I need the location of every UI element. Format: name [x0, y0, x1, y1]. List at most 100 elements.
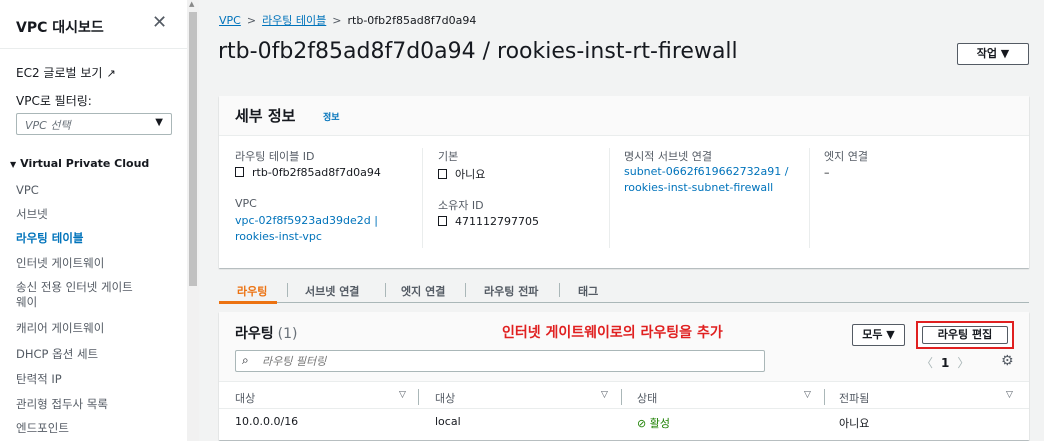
tab-separator [465, 283, 466, 297]
tab-tags[interactable]: 태그 [578, 283, 598, 299]
route-target-cell: local [435, 415, 461, 428]
column-separator[interactable] [621, 389, 622, 405]
vpc-filter-placeholder: VPC 선택 [25, 119, 71, 132]
sidebar-group-label: Virtual Private Cloud [20, 157, 150, 170]
breadcrumb: VPC > 라우팅 테이블 > rtb-0fb2f85ad8f7d0a94 [219, 12, 476, 28]
close-icon[interactable]: ✕ [152, 12, 167, 33]
prev-page-icon[interactable]: 〈 [921, 356, 933, 370]
column-header-destination[interactable]: 대상 [235, 390, 255, 406]
breadcrumb-vpc[interactable]: VPC [219, 14, 241, 27]
sidebar-title: VPC 대시보드 [16, 20, 104, 36]
sidebar-item-endpoints[interactable]: 엔드포인트 [16, 421, 69, 435]
sidebar: VPC 대시보드 ✕ EC2 글로벌 보기 ↗ VPC로 필터링: VPC 선택 ▼… [0, 0, 188, 441]
sidebar-group-vpc[interactable]: ▼ Virtual Private Cloud [10, 157, 149, 170]
breadcrumb-route-tables[interactable]: 라우팅 테이블 [262, 14, 326, 27]
vpc-link-line1: vpc-02f8f5923ad39de2d | [235, 214, 378, 227]
vpc-filter-label: VPC로 필터링: [16, 94, 92, 108]
scroll-up-arrow-icon[interactable]: ▲ [189, 0, 194, 8]
details-title: 세부 정보 [235, 107, 296, 125]
tab-route-propagation[interactable]: 라우팅 전파 [484, 283, 538, 299]
sidebar-item-subnets[interactable]: 서브넷 [16, 207, 48, 221]
route-propagated-cell: 아니요 [839, 417, 870, 430]
page-number[interactable]: 1 [941, 356, 949, 370]
sidebar-item-carrier-gateways[interactable]: 캐리어 게이트웨이 [16, 321, 104, 335]
route-search-input[interactable] [262, 353, 752, 369]
table-row-divider [219, 408, 1029, 409]
tab-separator [559, 283, 560, 297]
explicit-subnet-link[interactable]: subnet-0662f619662732a91 / rookies-inst-s… [624, 164, 789, 196]
route-search-field[interactable]: ⌕ [235, 350, 765, 372]
pagination: 〈 1 〉 [921, 354, 969, 371]
ec2-global-view-label: EC2 글로벌 보기 [16, 66, 103, 80]
route-status-cell: ⊘ 활성 [637, 417, 670, 430]
routes-title: 라우팅 (1) [235, 323, 297, 343]
main-value: 아니요 [438, 166, 485, 182]
details-header: 세부 정보 정보 [219, 96, 1029, 136]
settings-gear-icon[interactable]: ⚙ [1001, 353, 1014, 369]
sidebar-item-prefix-lists[interactable]: 관리형 접두사 목록 [16, 397, 108, 411]
edge-association-label: 엣지 연결 [824, 150, 868, 163]
route-table-id-text: rtb-0fb2f85ad8f7d0a94 [252, 166, 381, 179]
routes-title-text: 라우팅 [235, 326, 274, 342]
sidebar-divider [0, 48, 188, 49]
route-table-id-value: rtb-0fb2f85ad8f7d0a94 [235, 166, 381, 179]
vpc-filter-select[interactable]: VPC 선택 ▼ [16, 113, 172, 135]
copy-icon[interactable] [438, 169, 447, 179]
column-header-status[interactable]: 상태 [637, 390, 657, 406]
sort-icon[interactable]: ▽ [804, 390, 811, 400]
details-info-link[interactable]: 정보 [323, 110, 340, 123]
owner-id-label: 소유자 ID [438, 199, 484, 212]
sidebar-item-route-tables[interactable]: 라우팅 테이블 [16, 231, 83, 245]
annotation-text: 인터넷 게이트웨이로의 라우팅을 추가 [502, 325, 723, 341]
active-tab-indicator [219, 301, 277, 304]
sidebar-item-dhcp-options[interactable]: DHCP 옵션 세트 [16, 347, 98, 361]
route-table-id-label: 라우팅 테이블 ID [235, 150, 315, 163]
sidebar-item-vpc[interactable]: VPC [16, 183, 39, 197]
column-separator[interactable] [418, 389, 419, 405]
explicit-subnet-label: 명시적 서브넷 연결 [624, 150, 712, 163]
copy-icon[interactable] [438, 216, 447, 226]
route-destination-cell: 10.0.0.0/16 [235, 415, 299, 428]
sidebar-item-egress-only-igw-cont[interactable]: 웨이 [16, 295, 37, 309]
sort-icon[interactable]: ▽ [399, 390, 406, 400]
breadcrumb-current: rtb-0fb2f85ad8f7d0a94 [347, 14, 477, 27]
breadcrumb-separator-icon: > [246, 14, 257, 27]
breadcrumb-separator-icon: > [332, 14, 342, 27]
tab-separator [385, 283, 386, 297]
edit-routes-button[interactable]: 라우팅 편집 [922, 326, 1008, 344]
explicit-subnet-line2: rookies-inst-subnet-firewall [624, 181, 774, 194]
page-title: rtb-0fb2f85ad8f7d0a94 / rookies-inst-rt-… [218, 39, 738, 64]
column-header-propagated[interactable]: 전파됨 [839, 390, 869, 406]
sidebar-scrollbar-thumb[interactable] [189, 12, 197, 286]
tab-routes[interactable]: 라우팅 [237, 283, 267, 299]
sort-icon[interactable]: ▽ [601, 390, 608, 400]
column-header-target[interactable]: 대상 [435, 390, 455, 406]
tab-edge-associations[interactable]: 엣지 연결 [401, 283, 445, 299]
sort-icon[interactable]: ▽ [1006, 390, 1013, 400]
routes-count: (1) [277, 326, 298, 342]
main-value-text: 아니요 [455, 168, 486, 181]
sidebar-item-internet-gateways[interactable]: 인터넷 게이트웨이 [16, 256, 104, 270]
actions-button[interactable]: 작업 ▼ [957, 43, 1029, 65]
details-panel: 세부 정보 정보 라우팅 테이블 ID rtb-0fb2f85ad8f7d0a9… [219, 96, 1029, 268]
routes-header: 라우팅 (1) 인터넷 게이트웨이로의 라우팅을 추가 모두 ▼ 라우팅 편집 ⌕… [219, 312, 1029, 382]
details-column-divider [809, 148, 810, 248]
main-label: 기본 [438, 150, 459, 163]
ec2-global-view-link[interactable]: EC2 글로벌 보기 ↗ [16, 64, 116, 81]
details-column-divider [609, 148, 610, 248]
edge-association-value: – [824, 166, 830, 179]
column-separator[interactable] [824, 389, 825, 405]
next-page-icon[interactable]: 〉 [957, 356, 969, 370]
copy-icon[interactable] [235, 167, 244, 177]
sidebar-item-elastic-ips[interactable]: 탄력적 IP [16, 372, 62, 386]
search-icon: ⌕ [242, 353, 249, 367]
expand-triangle-icon: ▼ [10, 160, 17, 169]
vpc-link-line2: rookies-inst-vpc [235, 230, 322, 243]
vpc-link[interactable]: vpc-02f8f5923ad39de2d | rookies-inst-vpc [235, 213, 378, 245]
route-filter-select[interactable]: 모두 ▼ [852, 324, 905, 346]
sidebar-item-egress-only-igw[interactable]: 송신 전용 인터넷 게이트 [16, 280, 133, 294]
tab-bar: 라우팅 서브넷 연결 엣지 연결 라우팅 전파 태그 [219, 275, 1029, 303]
edit-routes-highlight: 라우팅 편집 [916, 321, 1014, 349]
external-link-icon: ↗ [106, 67, 116, 80]
tab-subnet-associations[interactable]: 서브넷 연결 [305, 283, 359, 299]
